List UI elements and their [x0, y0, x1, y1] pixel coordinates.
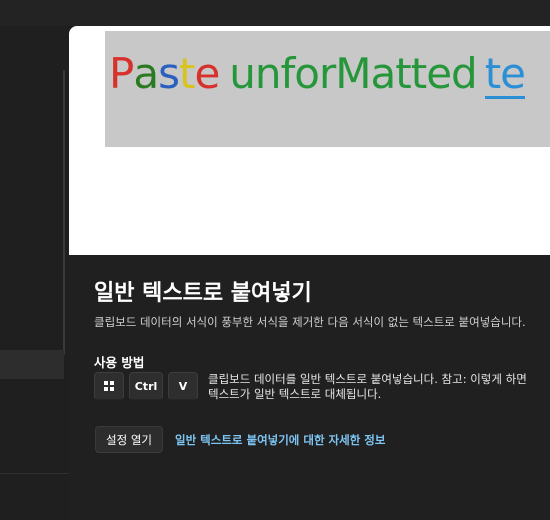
hero-letter: t	[178, 49, 196, 98]
sidebar-scrollbar[interactable]	[63, 70, 65, 355]
learn-more-link[interactable]: 일반 텍스트로 붙여넣기에 대한 자세한 정보	[175, 432, 385, 448]
open-settings-button[interactable]: 설정 열기	[95, 426, 163, 453]
hero-letter: e	[194, 49, 220, 98]
hero-banner-image: Paste unforMatted te	[105, 31, 550, 147]
hero-letter: M	[335, 49, 371, 98]
hero-letter: a	[133, 49, 159, 98]
navigation-sidebar	[0, 26, 69, 520]
hero-letter: P	[109, 49, 134, 98]
howto-line-1: 클립보드 데이터를 일반 텍스트로 붙여넣습니다. 참고: 이렇게 하면	[208, 372, 527, 386]
windows-logo-icon	[104, 381, 114, 391]
hero-word-unformatted: unforMatted	[229, 49, 478, 98]
shortcut-keys: Ctrl V	[94, 372, 198, 402]
feature-card: Paste unforMatted te 일반 텍스트로 붙여넣기 클립보드 데이터…	[69, 26, 550, 520]
v-key: V	[168, 372, 198, 400]
window-top-bar	[0, 0, 550, 26]
howto-description: 클립보드 데이터를 일반 텍스트로 붙여넣습니다. 참고: 이렇게 하면 텍스트…	[208, 372, 550, 402]
hero-letter: s	[158, 49, 180, 98]
hero-image-area: Paste unforMatted te	[69, 26, 550, 255]
sidebar-selected-item[interactable]	[0, 350, 64, 379]
page-title: 일반 텍스트로 붙여넣기	[94, 281, 312, 306]
hero-word-text: te	[484, 49, 526, 99]
windows-key	[94, 372, 124, 400]
hero-letter: atted	[370, 49, 478, 98]
hero-word-paste: Paste	[109, 49, 220, 98]
hero-banner-text: Paste unforMatted te	[109, 49, 526, 99]
ctrl-key: Ctrl	[129, 372, 163, 400]
feature-description: 클립보드 데이터의 서식이 풍부한 서식을 제거한 다음 서식이 없는 텍스트로…	[94, 315, 526, 329]
sidebar-divider	[0, 473, 69, 474]
howto-heading: 사용 방법	[94, 355, 145, 370]
hero-letter: unfor	[229, 49, 336, 98]
howto-line-2: 텍스트가 일반 텍스트로 대체됩니다.	[208, 387, 382, 401]
